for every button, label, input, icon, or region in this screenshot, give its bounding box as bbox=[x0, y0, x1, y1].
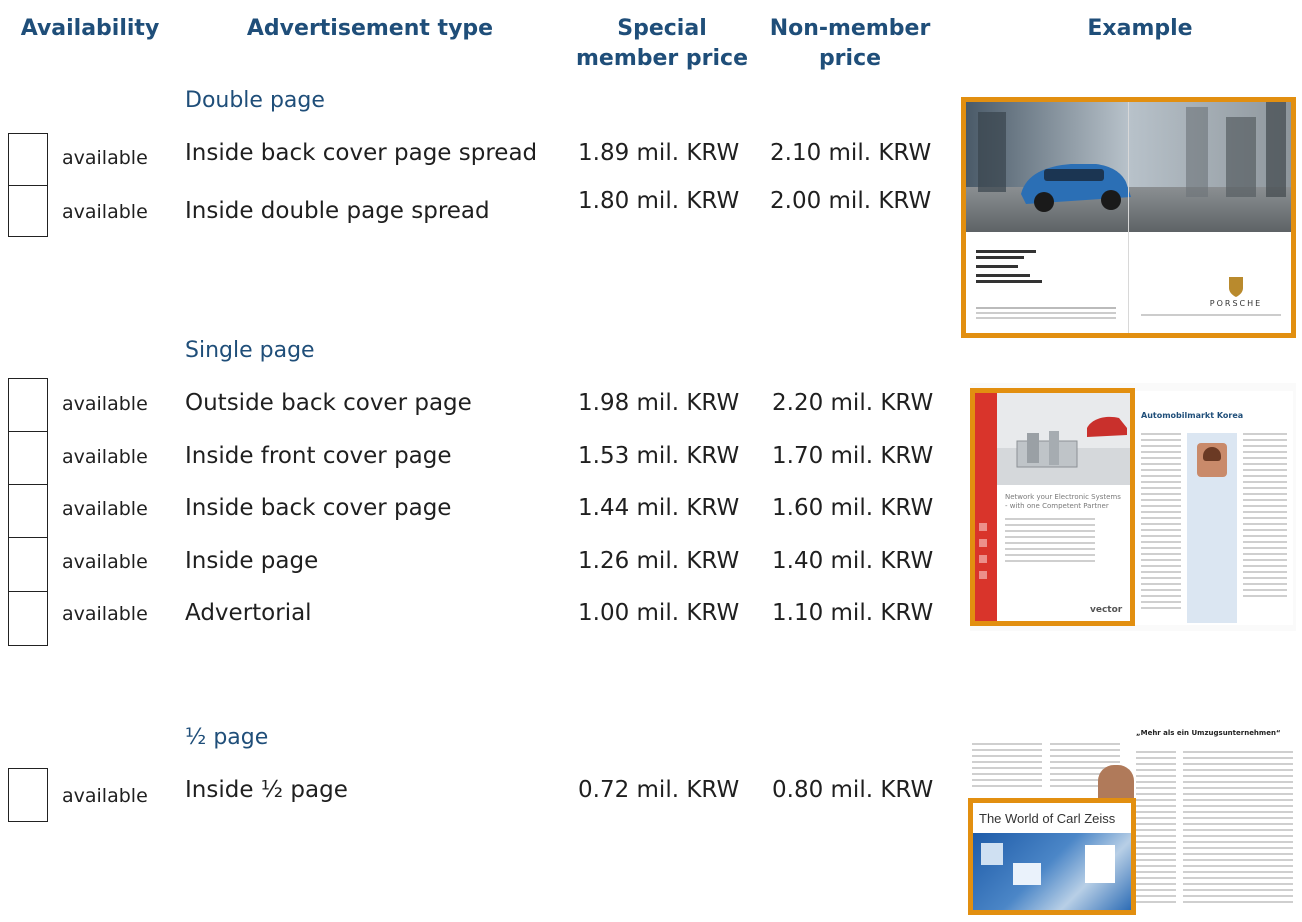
ad-page-frame: Network your Electronic Systems - with o… bbox=[970, 388, 1135, 626]
availability-checkbox[interactable] bbox=[8, 378, 48, 432]
ad-type-name: Inside page bbox=[185, 548, 319, 574]
section-title-double-page: Double page bbox=[185, 88, 325, 113]
availability-label: available bbox=[62, 446, 148, 468]
ad-image bbox=[997, 393, 1130, 485]
article-title: „Mehr als ein Umzugsunternehmen“ bbox=[1136, 729, 1281, 737]
article-text-column bbox=[1243, 433, 1287, 601]
member-price: 1.44 mil. KRW bbox=[578, 495, 740, 521]
header-nonmember-price-line1: Non-member bbox=[769, 16, 931, 41]
porsche-wordmark: PORSCHE bbox=[1210, 299, 1262, 308]
availability-label: available bbox=[62, 498, 148, 520]
header-nonmember-price-line2: price bbox=[818, 46, 882, 71]
availability-label: available bbox=[62, 785, 148, 807]
member-price: 1.98 mil. KRW bbox=[578, 390, 740, 416]
example-half-page-image: „Mehr als ein Umzugsunternehmen“ The Wor… bbox=[968, 715, 1298, 915]
article-title: Automobilmarkt Korea bbox=[1141, 411, 1244, 420]
ad-tile bbox=[981, 843, 1003, 865]
ad-title: The World of Carl Zeiss bbox=[979, 811, 1116, 826]
availability-checkbox[interactable] bbox=[8, 484, 48, 538]
nonmember-price: 2.00 mil. KRW bbox=[770, 188, 932, 214]
nonmember-price: 0.80 mil. KRW bbox=[772, 777, 934, 803]
availability-checkbox[interactable] bbox=[8, 431, 48, 485]
availability-label: available bbox=[62, 201, 148, 223]
ad-tile bbox=[1013, 863, 1041, 885]
portrait-hair bbox=[1203, 447, 1221, 461]
article-text-column bbox=[1136, 751, 1176, 907]
nonmember-price: 2.10 mil. KRW bbox=[770, 140, 932, 166]
ad-type-name: Outside back cover page bbox=[185, 390, 472, 416]
header-ad-type: Advertisement type bbox=[246, 16, 494, 41]
ad-logo-box bbox=[1085, 845, 1115, 883]
member-price: 1.53 mil. KRW bbox=[578, 443, 740, 469]
ad-frame: The World of Carl Zeiss bbox=[968, 798, 1136, 915]
member-price: 1.00 mil. KRW bbox=[578, 600, 740, 626]
article-text-column bbox=[1183, 751, 1293, 907]
article-text-column bbox=[972, 743, 1042, 791]
ad-type-name: Inside double page spread bbox=[185, 198, 490, 224]
availability-label: available bbox=[62, 147, 148, 169]
availability-label: available bbox=[62, 393, 148, 415]
availability-checkbox[interactable] bbox=[8, 537, 48, 592]
ad-type-name: Inside ½ page bbox=[185, 777, 348, 803]
header-member-price-line1: Special bbox=[617, 16, 707, 41]
nonmember-price: 1.40 mil. KRW bbox=[772, 548, 934, 574]
nonmember-price: 1.70 mil. KRW bbox=[772, 443, 934, 469]
nonmember-price: 2.20 mil. KRW bbox=[772, 390, 934, 416]
ad-type-name: Inside back cover page bbox=[185, 495, 452, 521]
member-price: 0.72 mil. KRW bbox=[578, 777, 740, 803]
availability-checkbox[interactable] bbox=[8, 185, 48, 237]
ad-type-name: Inside front cover page bbox=[185, 443, 452, 469]
nonmember-price: 1.10 mil. KRW bbox=[772, 600, 934, 626]
ad-type-name: Inside back cover page spread bbox=[185, 140, 538, 166]
ad-type-name: Advertorial bbox=[185, 600, 312, 626]
porsche-spread-illustration: PORSCHE bbox=[966, 102, 1291, 333]
ad-icon-column bbox=[979, 523, 993, 579]
example-single-page-image: Automobilmarkt Korea Network your Electr… bbox=[970, 383, 1296, 631]
availability-checkbox[interactable] bbox=[8, 768, 48, 822]
availability-checkbox[interactable] bbox=[8, 591, 48, 646]
header-member-price-line2: member price bbox=[575, 46, 749, 71]
header-nonmember-price: Non-member price bbox=[760, 14, 940, 74]
vector-logo: vector bbox=[1090, 605, 1123, 615]
ad-header: The World of Carl Zeiss bbox=[973, 803, 1131, 833]
availability-label: available bbox=[62, 551, 148, 573]
header-example: Example bbox=[1087, 16, 1193, 41]
article-page: Automobilmarkt Korea bbox=[1135, 391, 1293, 625]
nonmember-price: 1.60 mil. KRW bbox=[772, 495, 934, 521]
availability-label: available bbox=[62, 603, 148, 625]
availability-checkbox[interactable] bbox=[8, 133, 48, 187]
section-title-single-page: Single page bbox=[185, 338, 315, 363]
ad-red-band bbox=[975, 393, 997, 621]
ad-image bbox=[973, 833, 1131, 910]
member-price: 1.80 mil. KRW bbox=[578, 188, 740, 214]
ad-body-text bbox=[1005, 518, 1095, 566]
example-double-page-image: PORSCHE bbox=[961, 97, 1296, 338]
header-member-price: Special member price bbox=[572, 14, 752, 74]
section-title-half-page: ½ page bbox=[185, 725, 269, 750]
car-model-illustration bbox=[997, 416, 1130, 485]
member-price: 1.89 mil. KRW bbox=[578, 140, 740, 166]
article-sidebar-box bbox=[1187, 433, 1237, 623]
header-availability: Availability bbox=[20, 16, 160, 41]
ad-headline: Network your Electronic Systems - with o… bbox=[1005, 493, 1121, 510]
member-price: 1.26 mil. KRW bbox=[578, 548, 740, 574]
article-text-column bbox=[1141, 433, 1181, 613]
